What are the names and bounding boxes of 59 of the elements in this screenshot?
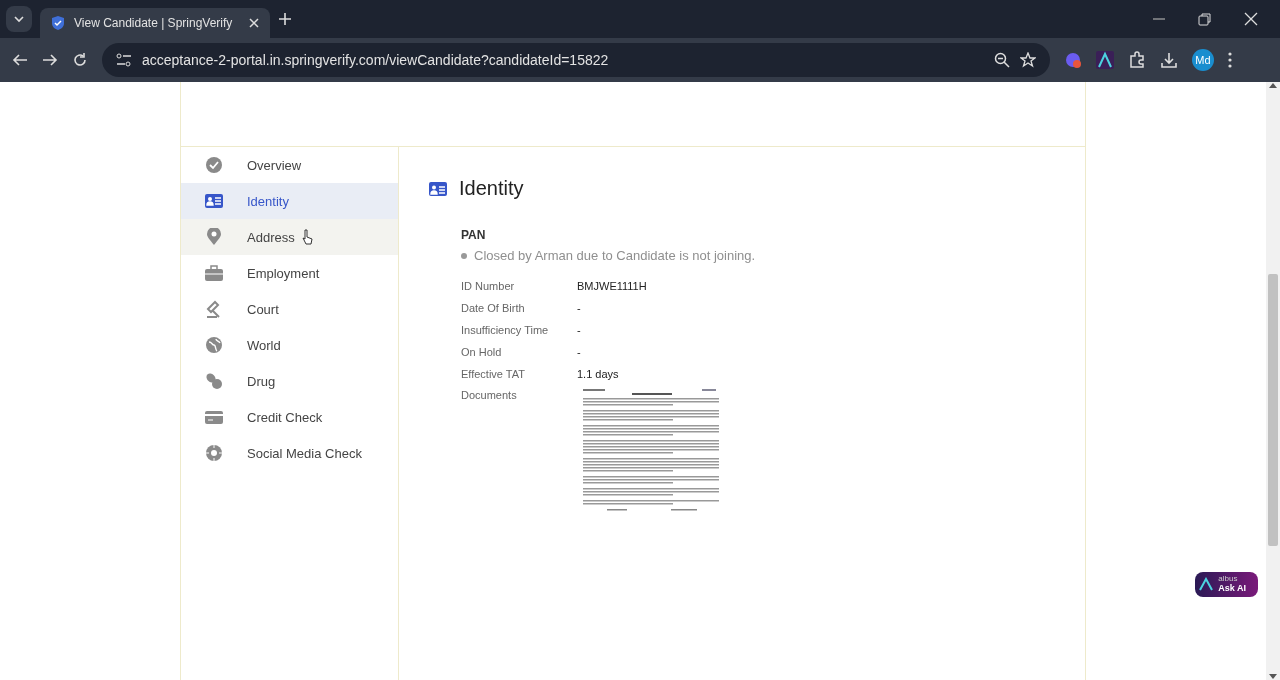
address-bar[interactable]: acceptance-2-portal.in.springverify.com/viewCandidate?candidateId=15822 <box>102 43 1050 77</box>
id-card-icon <box>429 181 447 196</box>
reload-icon[interactable] <box>72 52 88 68</box>
credit-card-icon <box>205 408 223 426</box>
field-label: Effective TAT <box>461 368 526 380</box>
field-label: ID Number <box>461 280 516 292</box>
field-label: Documents <box>461 388 518 401</box>
sidebar-item[interactable]: Employment <box>181 255 398 291</box>
download-icon[interactable] <box>1160 51 1178 69</box>
forward-icon[interactable] <box>42 52 58 68</box>
more-icon[interactable] <box>1228 52 1232 68</box>
gear-icon <box>205 444 223 462</box>
zoom-out-icon[interactable] <box>994 52 1010 68</box>
field-value: - <box>577 324 581 336</box>
location-pin-icon <box>205 228 223 246</box>
field-value: - <box>577 302 581 314</box>
check-name: PAN <box>461 228 487 242</box>
new-tab-icon[interactable] <box>278 12 292 26</box>
id-card-icon <box>205 192 223 210</box>
briefcase-icon <box>205 264 223 282</box>
check-badge-icon <box>205 156 223 174</box>
ask-ai-button[interactable]: albus Ask AI <box>1195 572 1258 597</box>
globe-icon <box>205 336 223 354</box>
status-dot-icon <box>461 252 467 259</box>
site-settings-icon[interactable] <box>116 53 132 67</box>
sidebar-item[interactable]: World <box>181 327 398 363</box>
field-value: 1.1 days <box>577 368 619 380</box>
field-label: Insufficiency Time <box>461 324 550 336</box>
close-icon[interactable] <box>1244 12 1258 26</box>
sidebar-item[interactable]: Social Media Check <box>181 435 398 471</box>
scrollbar-thumb[interactable] <box>1268 274 1278 546</box>
star-icon[interactable] <box>1020 52 1036 68</box>
shield-icon <box>50 15 66 31</box>
field-value: BMJWE1111H <box>577 280 647 292</box>
sidebar-item[interactable]: Overview <box>181 147 398 183</box>
profile-avatar[interactable]: Md <box>1192 49 1214 71</box>
extension-icon[interactable] <box>1096 51 1114 69</box>
pills-icon <box>205 372 223 390</box>
sidebar-item[interactable]: Drug <box>181 363 398 399</box>
browser-tab[interactable]: View Candidate | SpringVerify <box>40 8 270 38</box>
restore-icon[interactable] <box>1198 12 1212 26</box>
logo-icon <box>1199 577 1214 592</box>
section-title: Identity <box>459 177 524 200</box>
sidebar-item[interactable]: Address <box>181 219 398 255</box>
puzzle-icon[interactable] <box>1128 51 1146 69</box>
field-label: Date Of Birth <box>461 302 526 314</box>
close-icon[interactable] <box>248 17 260 29</box>
tab-list-icon[interactable] <box>6 6 32 32</box>
field-label: On Hold <box>461 346 503 358</box>
back-icon[interactable] <box>12 52 28 68</box>
scroll-down-icon[interactable] <box>1269 674 1277 680</box>
field-value: - <box>577 346 581 358</box>
sidebar-item[interactable]: Identity <box>181 183 398 219</box>
sidebar-item[interactable]: Court <box>181 291 398 327</box>
pointer-cursor-icon <box>300 229 313 245</box>
tab-title: View Candidate | SpringVerify <box>74 16 234 30</box>
url-text: acceptance-2-portal.in.springverify.com/viewCandidate?candidateId=15822 <box>142 52 610 68</box>
sidebar-item[interactable]: Credit Check <box>181 399 398 435</box>
status-text: Closed by Arman due to Candidate is not joining. <box>474 248 756 263</box>
